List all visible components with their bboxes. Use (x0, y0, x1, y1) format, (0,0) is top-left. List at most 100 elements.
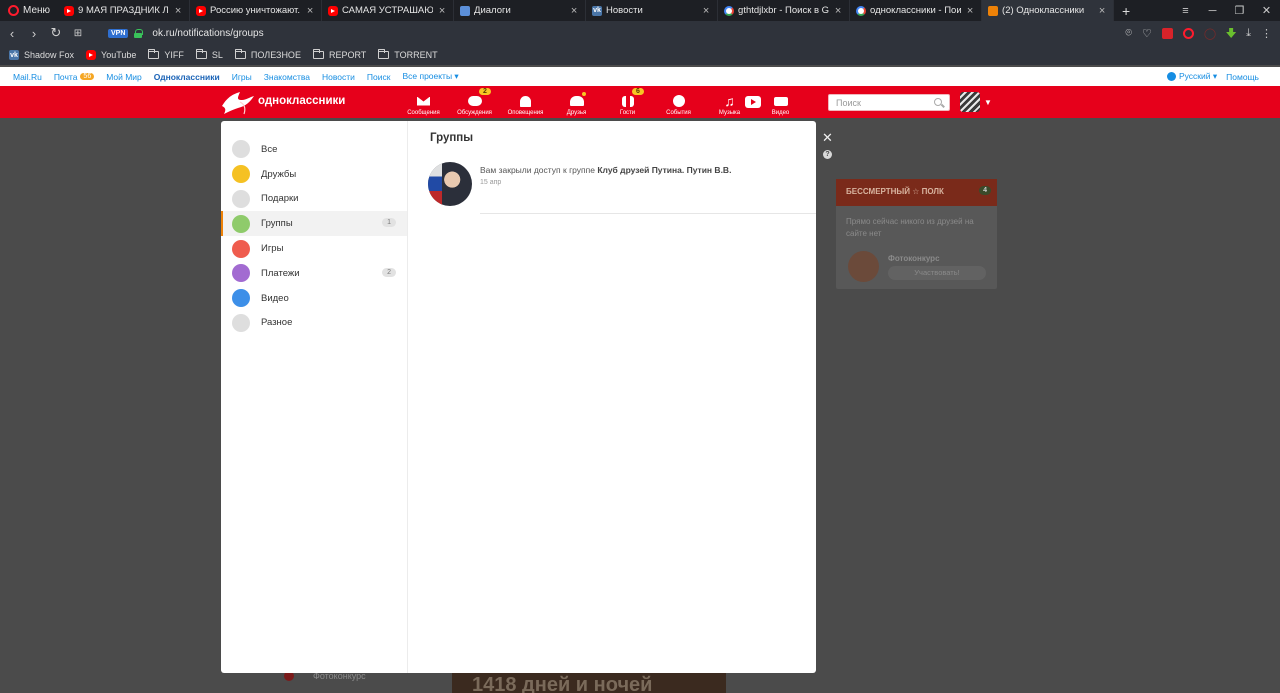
ok-nav-friends[interactable]: Друзья (551, 86, 602, 118)
download-extension-icon[interactable] (1226, 28, 1237, 38)
close-window-button[interactable]: ✕ (1253, 4, 1280, 17)
tab-close-icon[interactable]: × (965, 5, 975, 17)
forward-button[interactable]: › (24, 26, 44, 41)
more-menu-icon[interactable]: ⋮ (1261, 27, 1272, 40)
heart-icon[interactable]: ♡ (1142, 27, 1152, 40)
ok-logo[interactable]: одноклассники (220, 86, 380, 118)
help-link[interactable]: Помощь (1226, 72, 1259, 82)
youtube-play-icon[interactable] (745, 96, 761, 108)
browser-tab[interactable]: Россию уничтожают. Вы × (190, 0, 323, 21)
bookmark-item[interactable]: REPORT (312, 49, 366, 60)
gamepad-icon (232, 239, 250, 258)
category-video-camera[interactable]: Видео (221, 286, 407, 311)
chevron-down-icon[interactable]: ▼ (984, 98, 992, 107)
bookmark-item[interactable]: SL (195, 49, 223, 60)
ok-nav-guests[interactable]: Гости 6 (602, 86, 653, 118)
category-list[interactable]: Все (221, 137, 407, 162)
browser-tab[interactable]: Диалоги × (454, 0, 587, 21)
bookmark-label: TORRENT (394, 50, 438, 60)
category-gift[interactable]: Подарки (221, 187, 407, 212)
music-icon: ♫ (722, 94, 738, 108)
bookmark-item[interactable]: TORRENT (378, 49, 438, 60)
category-label: Подарки (261, 193, 299, 205)
reload-button[interactable]: ↻ (46, 25, 66, 41)
group-name-link[interactable]: Клуб друзей Путина. Путин В.В. (597, 165, 731, 175)
ok-nav-video[interactable]: Видео (755, 86, 806, 118)
tab-close-icon[interactable]: × (701, 5, 711, 17)
category-misc[interactable]: Разное (221, 311, 407, 336)
portal-link-mailru[interactable]: Mail.Ru (13, 72, 42, 82)
browser-menu-button[interactable]: Меню (0, 0, 58, 21)
ok-nav-discussions[interactable]: Обсуждения 2 (449, 86, 500, 118)
card-text: Прямо сейчас никого из друзей на сайте н… (846, 217, 974, 238)
bookmark-item[interactable]: YIFF (148, 49, 184, 60)
tab-menu-icon[interactable]: ≡ (1172, 5, 1199, 17)
category-payments[interactable]: Платежи 2 (221, 261, 407, 286)
tab-close-icon[interactable]: × (305, 5, 315, 17)
globe-icon (1166, 72, 1176, 81)
opera-extension-icon[interactable] (1182, 27, 1194, 39)
shield-extension-icon[interactable]: ◯ (1204, 27, 1216, 40)
friends-icon-shape (569, 96, 584, 106)
bookmark-label: YIFF (164, 50, 184, 60)
downloads-icon[interactable]: ⤓ (1246, 27, 1251, 40)
ok-search-input[interactable]: Поиск (828, 94, 950, 111)
restore-button[interactable]: ❐ (1226, 4, 1253, 17)
category-friendship[interactable]: Дружбы (221, 162, 407, 187)
browser-tab[interactable]: одноклассники - Поиск в × (850, 0, 983, 21)
search-icon[interactable] (934, 98, 942, 106)
category-groups[interactable]: Группы 1 (221, 211, 407, 237)
tab-title: gthtdjlxbr - Поиск в Googl (738, 5, 830, 16)
language-selector[interactable]: Русский ▾ (1166, 71, 1217, 82)
ok-nav-events[interactable]: События (653, 86, 704, 118)
portal-link-label: Поиск (366, 71, 391, 82)
browser-tab[interactable]: vk Новости × (586, 0, 719, 21)
card-count: 4 (979, 186, 991, 195)
portal-link-dating[interactable]: Знакомства (264, 72, 310, 82)
ok-nav-bell[interactable]: Оповещения (500, 86, 551, 118)
minimize-button[interactable]: ─ (1199, 5, 1226, 17)
portal-link-search[interactable]: Поиск (367, 72, 391, 82)
portal-link-games[interactable]: Игры (232, 72, 252, 82)
portal-link-news[interactable]: Новости (322, 72, 355, 82)
browser-tab[interactable]: 9 МАЯ ПРАЗДНИК ЛИЦЕ × (58, 0, 191, 21)
card-header: БЕССМЕРТНЫЙ ☆ ПОЛК 4 (836, 179, 997, 206)
lock-icon[interactable] (134, 28, 144, 38)
help-icon[interactable]: ? (823, 150, 832, 159)
user-avatar[interactable] (960, 92, 980, 112)
tab-close-icon[interactable]: × (1097, 5, 1107, 17)
portal-bar: Mail.Ru Почта 56 Мой Мир Одноклассники Иг… (0, 67, 1280, 86)
tab-close-icon[interactable]: × (437, 5, 447, 17)
portal-link-ok[interactable]: Одноклассники (154, 72, 220, 82)
video-camera-icon (232, 289, 250, 308)
portal-link-label: Mail.Ru (13, 71, 42, 82)
browser-tab[interactable]: gthtdjlxbr - Поиск в Googl× (718, 0, 851, 21)
url-field[interactable]: ok.ru/notifications/groups (152, 28, 263, 39)
opera-logo-icon (8, 5, 19, 16)
bookmark-item[interactable]: YouTube (86, 50, 136, 60)
camera-icon[interactable]: ⌾ (1125, 27, 1132, 40)
ok-nav-envelope[interactable]: Сообщения (398, 86, 449, 118)
browser-tab[interactable]: САМАЯ УСТРАШАЮЩАЯ× (322, 0, 455, 21)
portal-link-all-projects[interactable]: Все проекты ▾ (402, 71, 458, 82)
group-avatar[interactable] (428, 162, 472, 206)
close-icon[interactable]: ✕ (822, 130, 833, 146)
back-button[interactable]: ‹ (2, 26, 22, 41)
tab-close-icon[interactable]: × (833, 5, 843, 17)
portal-link-mail[interactable]: Почта 56 (54, 72, 95, 82)
new-tab-button[interactable]: + (1114, 3, 1138, 19)
portal-link-myworld[interactable]: Мой Мир (106, 72, 142, 82)
address-bar: ‹ › ↻ ⊞ VPN ok.ru/notifications/groups ⌾… (0, 21, 1280, 45)
category-gamepad[interactable]: Игры (221, 236, 407, 261)
bookmark-item[interactable]: vk Shadow Fox (9, 50, 74, 60)
speed-dial-icon[interactable]: ⊞ (68, 28, 88, 39)
tab-close-icon[interactable]: × (173, 5, 183, 17)
bookmark-item[interactable]: ПОЛЕЗНОЕ (234, 49, 301, 60)
adblock-extension-icon[interactable] (1161, 27, 1173, 39)
memorial-banner: 1418 дней и ночей (452, 672, 726, 693)
vpn-badge[interactable]: VPN (108, 28, 129, 38)
bookmarks-bar: vk Shadow Fox YouTube YIFF SL ПОЛЕЗНОЕ REPORT T… (0, 45, 1280, 65)
tab-close-icon[interactable]: × (569, 5, 579, 17)
guests-icon-shape (621, 95, 634, 107)
browser-tab[interactable]: (2) Одноклассники × (982, 0, 1115, 21)
